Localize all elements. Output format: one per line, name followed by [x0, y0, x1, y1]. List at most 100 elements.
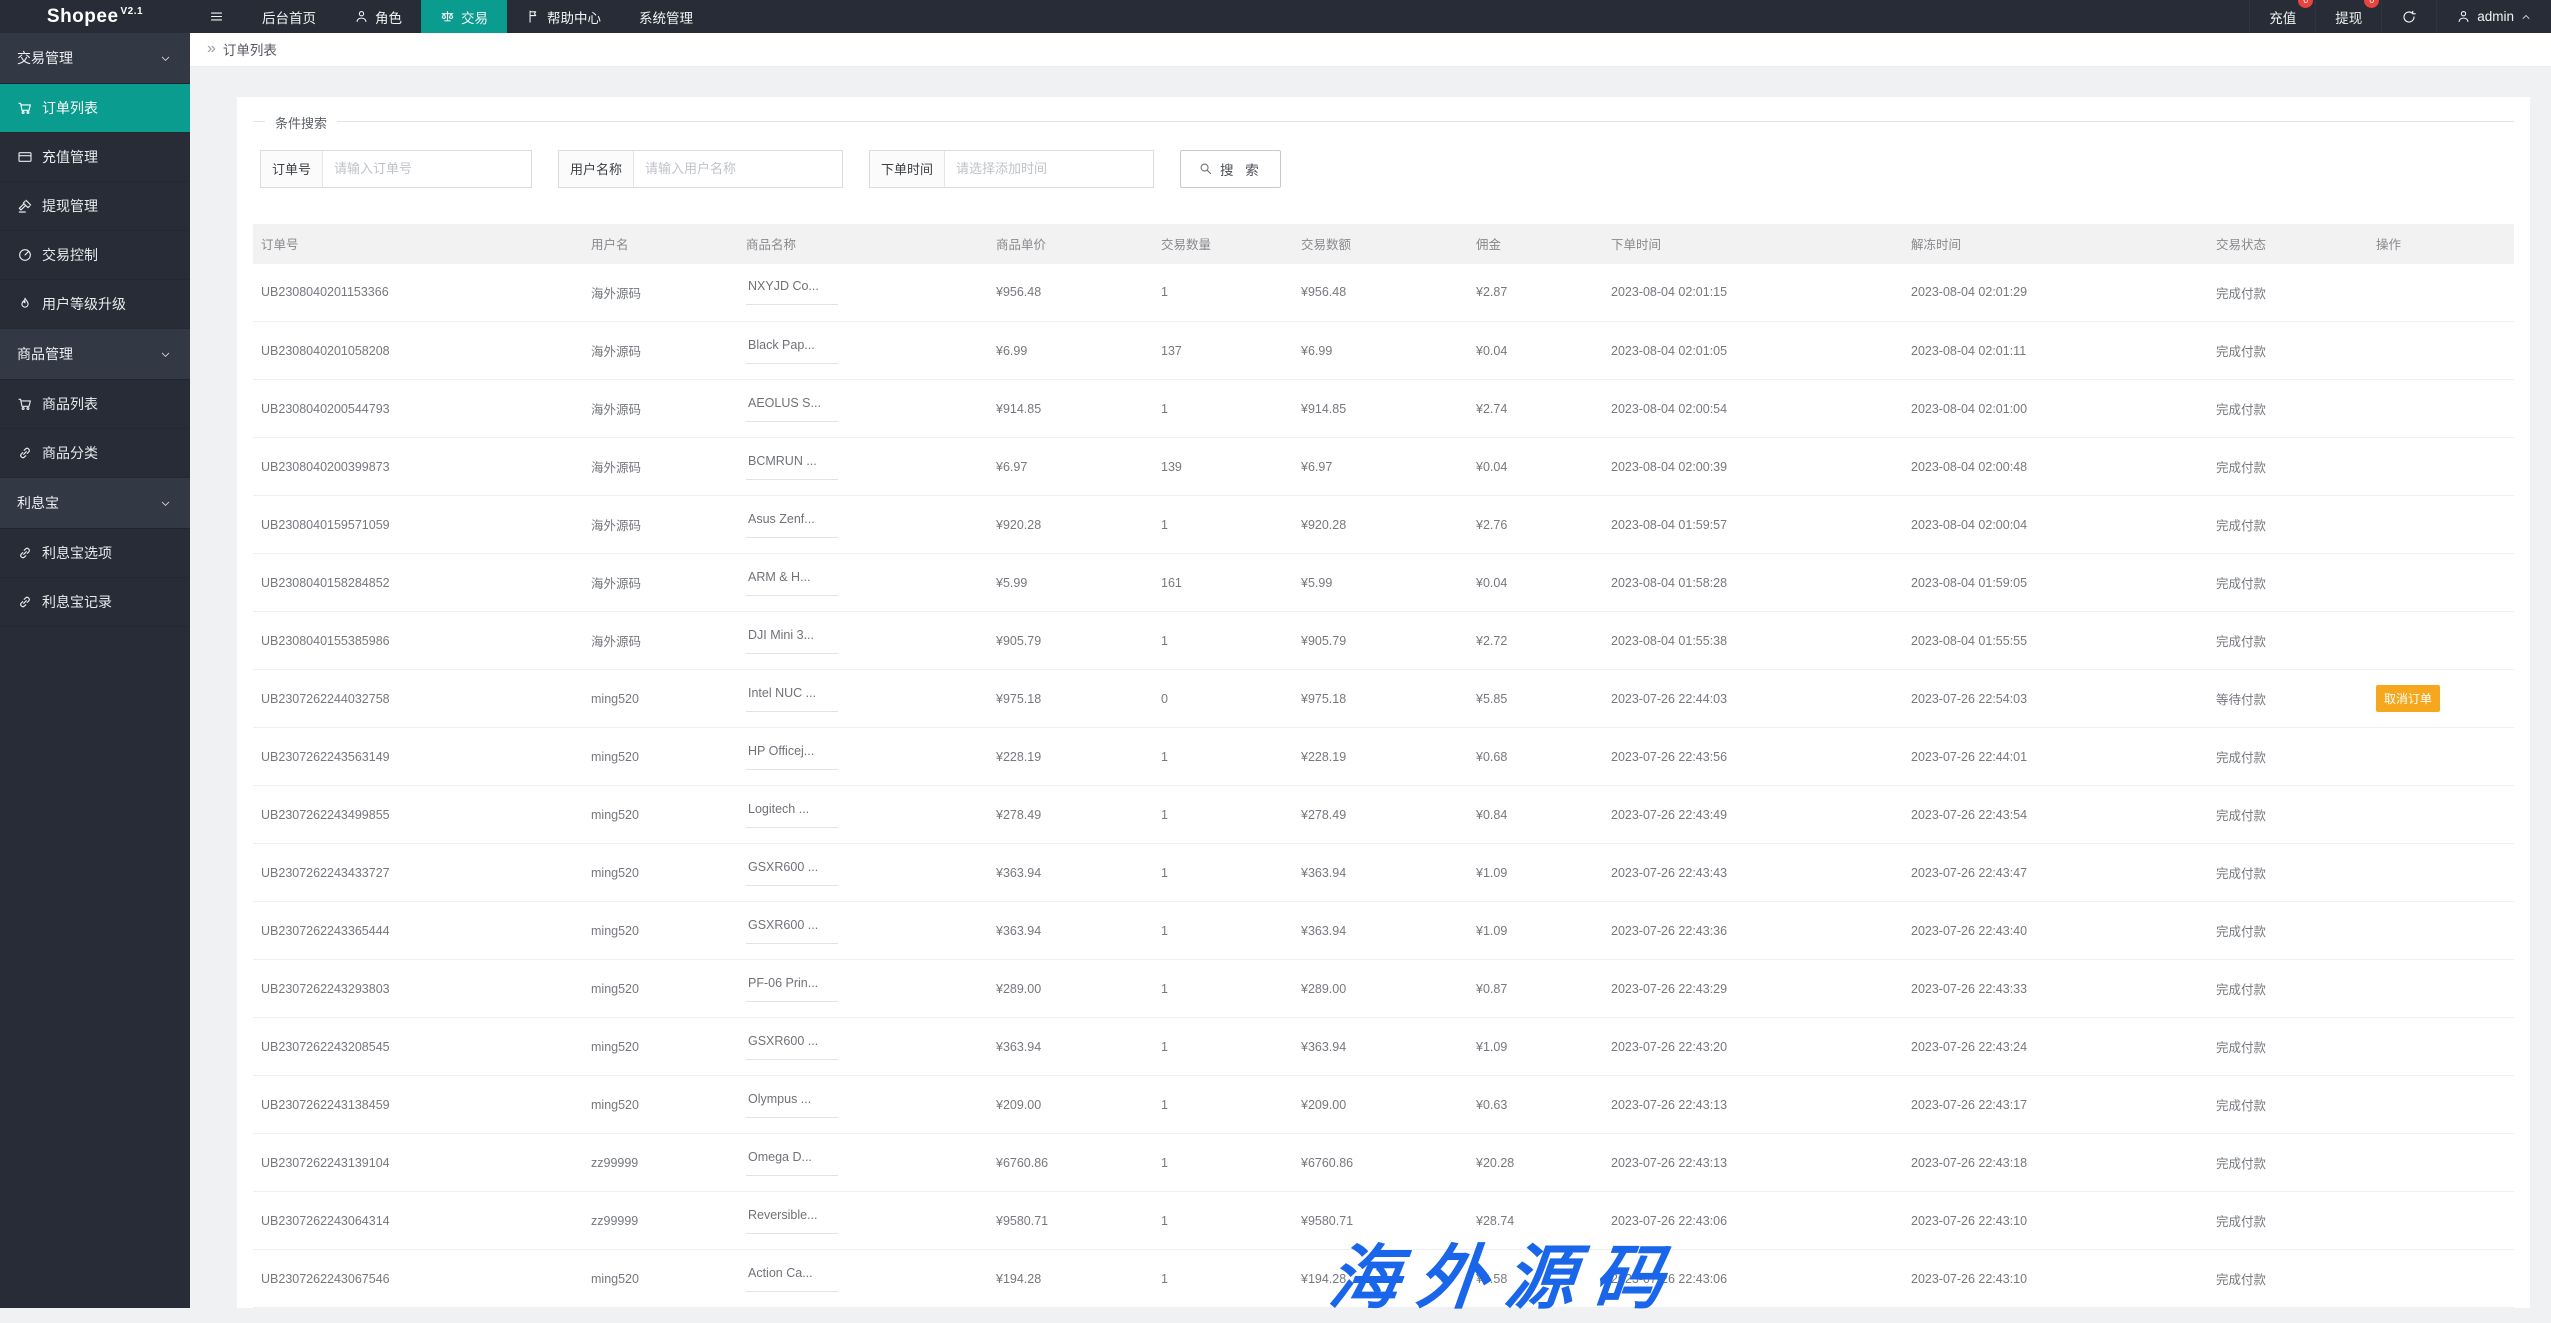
link-icon	[17, 545, 33, 561]
fire-icon	[17, 296, 33, 312]
product-name-link[interactable]: Reversible...	[746, 1208, 838, 1234]
commission-cell: ¥2.74	[1468, 379, 1603, 438]
search-legend: 条件搜索	[265, 112, 338, 132]
unit-price-cell: ¥6760.86	[988, 1133, 1153, 1192]
action-cell	[2368, 379, 2514, 438]
amount-cell: ¥209.00	[1293, 1075, 1468, 1134]
table-row: UB2307262244032758 ming520 Intel NUC ... ¥9…	[253, 669, 2514, 728]
quantity-cell: 0	[1153, 669, 1293, 728]
search-input[interactable]	[945, 150, 1154, 187]
topbar-nav-item[interactable]: 角色	[335, 0, 421, 33]
order-no-cell: UB2307262243138459	[253, 1075, 583, 1134]
table-row: UB2307262243067546 ming520 Action Ca... ¥19…	[253, 1249, 2514, 1308]
topbar-nav-item[interactable]: 后台首页	[243, 0, 335, 33]
withdraw-button[interactable]: 提现 0	[2315, 0, 2381, 33]
unit-price-cell: ¥194.28	[988, 1249, 1153, 1308]
amount-cell: ¥914.85	[1293, 379, 1468, 438]
sidebar-item[interactable]: 利息宝选项	[0, 529, 190, 578]
product-name-link[interactable]: BCMRUN ...	[746, 454, 838, 480]
product-name-link[interactable]: Black Pap...	[746, 338, 838, 364]
search-button-label: 搜 索	[1220, 162, 1263, 178]
product-name-link[interactable]: AEOLUS S...	[746, 396, 838, 422]
status-cell: 完成付款	[2208, 727, 2368, 786]
product-name-link[interactable]: Intel NUC ...	[746, 686, 838, 712]
search-input[interactable]	[323, 150, 532, 187]
unfreeze-time-cell: 2023-07-26 22:43:10	[1903, 1191, 2208, 1250]
action-cell	[2368, 495, 2514, 554]
product-name-cell: HP Officej...	[738, 727, 988, 786]
sidebar-toggle-button[interactable]	[190, 0, 243, 33]
refresh-button[interactable]	[2381, 0, 2436, 33]
content-panel: 条件搜索 订单号用户名称下单时间 搜 索 订单号用户名商品名称商品单价交易数量交…	[237, 96, 2530, 1308]
table-row: UB2308040201153366 海外源码 NXYJD Co... ¥956.48…	[253, 263, 2514, 322]
sidebar-item[interactable]: 订单列表	[0, 84, 190, 133]
unit-price-cell: ¥363.94	[988, 901, 1153, 960]
topbar-nav-item[interactable]: 交易	[421, 0, 507, 33]
chevron-down-icon	[159, 52, 172, 65]
sidebar-item[interactable]: 充值管理	[0, 133, 190, 182]
order-no-cell: UB2307262243293803	[253, 959, 583, 1018]
user-menu[interactable]: admin	[2436, 0, 2551, 33]
product-name-link[interactable]: ARM & H...	[746, 570, 838, 596]
main-content: » 订单列表 条件搜索 订单号用户名称下单时间 搜 索 订单	[190, 33, 2551, 1308]
order-no-cell: UB2307262243208545	[253, 1017, 583, 1076]
order-no-cell: UB2307262244032758	[253, 669, 583, 728]
status-cell: 完成付款	[2208, 1191, 2368, 1250]
search-input[interactable]	[634, 150, 843, 187]
product-name-link[interactable]: HP Officej...	[746, 744, 838, 770]
order-time-cell: 2023-08-04 01:59:57	[1603, 495, 1903, 554]
username-cell: 海外源码	[583, 553, 738, 612]
table-row: UB2307262243433727 ming520 GSXR600 ... ¥363…	[253, 843, 2514, 902]
product-name-link[interactable]: GSXR600 ...	[746, 860, 838, 886]
table-row: UB2307262243139104 zz99999 Omega D... ¥6760…	[253, 1133, 2514, 1192]
unfreeze-time-cell: 2023-07-26 22:43:10	[1903, 1249, 2208, 1308]
action-cell: 取消订单	[2368, 669, 2514, 728]
gavel-icon	[17, 198, 33, 214]
flag-icon	[526, 9, 541, 24]
product-name-link[interactable]: DJI Mini 3...	[746, 628, 838, 654]
cancel-order-button[interactable]: 取消订单	[2376, 685, 2441, 712]
quantity-cell: 137	[1153, 321, 1293, 380]
commission-cell: ¥1.09	[1468, 1017, 1603, 1076]
sidebar-item-label: 利息宝选项	[42, 545, 112, 561]
quantity-cell: 1	[1153, 263, 1293, 322]
sidebar-item[interactable]: 提现管理	[0, 182, 190, 231]
sidebar-item[interactable]: 商品分类	[0, 429, 190, 478]
topbar-nav-label: 角色	[375, 10, 402, 26]
product-name-link[interactable]: Asus Zenf...	[746, 512, 838, 538]
order-time-cell: 2023-07-26 22:43:20	[1603, 1017, 1903, 1076]
action-cell	[2368, 1191, 2514, 1250]
product-name-link[interactable]: Olympus ...	[746, 1092, 838, 1118]
sidebar-group-title[interactable]: 商品管理	[0, 329, 190, 380]
topbar-nav-item[interactable]: 系统管理	[620, 0, 712, 33]
product-name-link[interactable]: Logitech ...	[746, 802, 838, 828]
table-row: UB2307262243499855 ming520 Logitech ... ¥27…	[253, 785, 2514, 844]
product-name-link[interactable]: Action Ca...	[746, 1266, 838, 1292]
search-button[interactable]: 搜 索	[1180, 149, 1281, 188]
commission-cell: ¥1.09	[1468, 901, 1603, 960]
product-name-link[interactable]: GSXR600 ...	[746, 1034, 838, 1060]
unit-price-cell: ¥363.94	[988, 1017, 1153, 1076]
unit-price-cell: ¥956.48	[988, 263, 1153, 322]
order-time-cell: 2023-08-04 02:01:15	[1603, 263, 1903, 322]
column-header: 用户名	[583, 223, 738, 264]
amount-cell: ¥5.99	[1293, 553, 1468, 612]
product-name-link[interactable]: NXYJD Co...	[746, 279, 838, 306]
product-name-link[interactable]: Omega D...	[746, 1150, 838, 1176]
commission-cell: ¥0.04	[1468, 321, 1603, 380]
status-cell: 完成付款	[2208, 901, 2368, 960]
sidebar-item[interactable]: 交易控制	[0, 231, 190, 280]
commission-cell: ¥0.04	[1468, 437, 1603, 496]
sidebar-item[interactable]: 利息宝记录	[0, 578, 190, 627]
order-time-cell: 2023-08-04 02:00:39	[1603, 437, 1903, 496]
quantity-cell: 1	[1153, 495, 1293, 554]
topbar-nav-item[interactable]: 帮助中心	[507, 0, 620, 33]
sidebar-item[interactable]: 用户等级升级	[0, 280, 190, 329]
breadcrumb: » 订单列表	[190, 33, 2551, 67]
sidebar-group-title[interactable]: 利息宝	[0, 478, 190, 529]
sidebar-group-title[interactable]: 交易管理	[0, 33, 190, 84]
sidebar-item[interactable]: 商品列表	[0, 380, 190, 429]
product-name-link[interactable]: PF-06 Prin...	[746, 976, 838, 1002]
recharge-button[interactable]: 充值 0	[2249, 0, 2315, 33]
product-name-link[interactable]: GSXR600 ...	[746, 918, 838, 944]
